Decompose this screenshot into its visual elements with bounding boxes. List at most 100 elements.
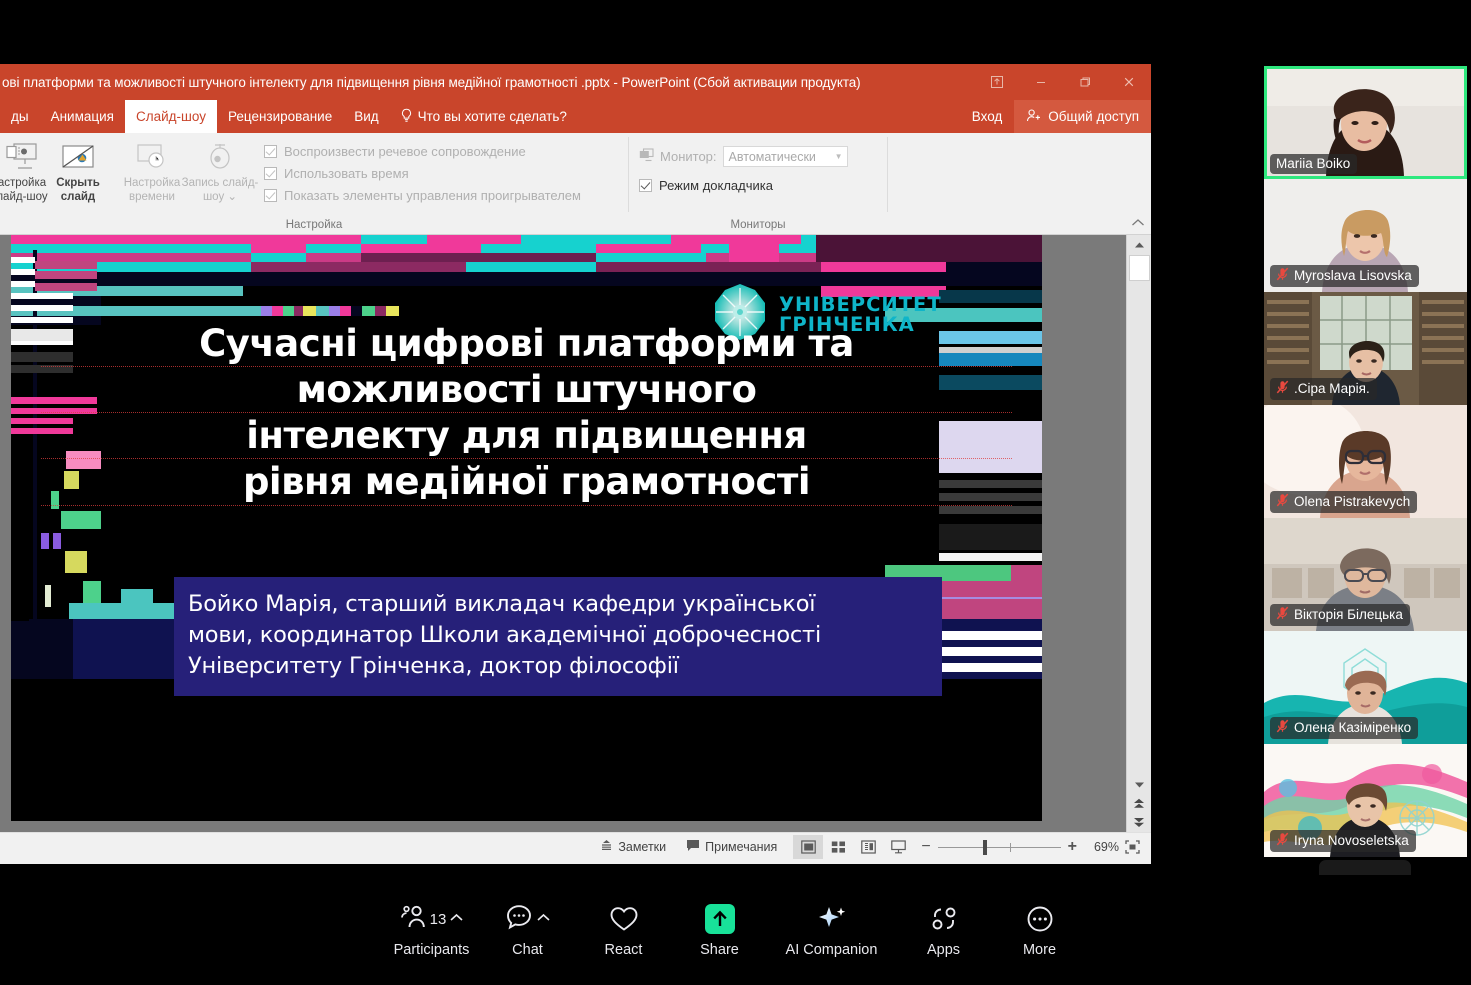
deco-bar [251,244,306,253]
ai-sparkle-icon [816,902,848,936]
minimize-icon[interactable] [1019,64,1063,100]
slide-sorter-view-button[interactable] [823,835,853,859]
setup-slideshow-caption-1: астройка [0,177,47,189]
share-screen-button[interactable]: Share [672,902,768,958]
slide-editing-area: УНІВЕРСИТЕТ ГРІНЧЕНКА Сучасні цифрові пл… [0,235,1151,832]
comments-button[interactable]: Примечания [676,839,787,855]
option-presenter-view[interactable]: Режим докладчика [639,178,773,193]
chevron-up-icon[interactable] [450,913,463,925]
zoom-slider[interactable] [937,839,1061,855]
notes-label: Заметки [618,840,667,854]
participant-name-badge: Вікторія Білецька [1270,604,1410,626]
participants-count: 13 [429,910,447,928]
participant-tile[interactable]: Iryna Novoseletska [1264,744,1467,857]
close-icon[interactable] [1107,64,1151,100]
collapse-ribbon-icon[interactable] [1131,218,1145,231]
muted-microphone-icon [1276,493,1289,510]
slide-canvas[interactable]: УНІВЕРСИТЕТ ГРІНЧЕНКА Сучасні цифрові пл… [11,235,1042,821]
checkbox-presenter-view[interactable] [639,179,652,192]
restore-icon[interactable] [1063,64,1107,100]
setup-slideshow-button[interactable]: астройка лайд-шоу [0,138,50,204]
participant-tile[interactable]: Mariia Boiko [1264,66,1467,179]
monitor-select[interactable]: Автоматически ▼ [722,146,848,167]
share-button[interactable]: Общий доступ [1014,100,1151,133]
participant-tile[interactable]: .Сіра Марія. [1264,292,1467,405]
slide-title-line-2: можливості штучного [41,367,1012,414]
deco-block [283,306,294,316]
normal-view-button[interactable] [793,835,824,859]
record-slideshow-button[interactable]: Запись слайд- шоу ⌄ [182,138,258,204]
slide-scrollbar[interactable] [1126,235,1151,832]
deco-block [11,679,1042,821]
deco-bar [596,253,706,262]
slide-subtitle-line-2: мови, координатор Школи академічної добр… [188,622,822,649]
participant-name: Myroslava Lisovska [1294,268,1412,283]
rehearse-timings-button[interactable]: Настройка времени [120,138,184,204]
participant-name: Олена Казіміренко [1294,720,1412,735]
deco-block [53,533,61,549]
share-screen-label: Share [700,942,739,958]
checkbox-play-narrations[interactable] [264,145,277,158]
record-slideshow-icon [203,138,237,176]
option-use-timings[interactable]: Использовать время [264,166,581,181]
share-screen-square [704,904,735,934]
option-show-media-controls[interactable]: Показать элементы управления проигрывате… [264,188,581,203]
fit-slide-icon[interactable] [1119,835,1145,859]
apps-button[interactable]: Apps [896,902,992,958]
participant-tile[interactable]: Олена Казіміренко [1264,631,1467,744]
slide-subtitle-line-1: Бойко Марія, старший викладач кафедри ук… [188,591,816,617]
participant-tile[interactable]: Myroslava Lisovska [1264,179,1467,292]
chevron-up-icon[interactable] [537,913,550,925]
hide-slide-button[interactable]: Скрыть слайд [50,138,106,204]
participant-name: Olena Pistrakevych [1294,494,1411,509]
ribbon-tabs: ды Анимация Слайд-шоу Рецензирование Вид… [0,100,1151,133]
chat-button[interactable]: Chat [480,902,576,958]
zoom-percentage[interactable]: 69% [1085,840,1119,854]
next-slide-icon[interactable] [1127,813,1152,832]
ai-companion-button[interactable]: AI Companion [768,902,896,958]
option-play-narrations[interactable]: Воспроизвести речевое сопровождение [264,144,581,159]
sign-in-button[interactable]: Вход [960,100,1015,133]
ribbon-display-options-icon[interactable] [975,64,1019,100]
participants-button[interactable]: 13 Participants [384,902,480,958]
checkbox-show-media-controls[interactable] [264,189,277,202]
tell-me-label: Что вы хотите сделать? [417,109,567,124]
participant-name-badge: Mariia Boiko [1270,154,1358,174]
slideshow-view-button[interactable] [883,835,913,859]
ribbon-group-setup-label: Настройка [285,219,343,231]
tab-slideshow[interactable]: Слайд-шоу [124,100,217,133]
participant-name-badge: Iryna Novoseletska [1270,830,1416,852]
notes-button[interactable]: Заметки [590,839,676,855]
tab-view[interactable]: Вид [343,100,389,133]
zoom-in-button[interactable]: + [1068,838,1077,856]
slide-title-line-4: рівня медійної грамотності [41,459,1012,506]
scroll-up-icon[interactable] [1127,235,1152,254]
ribbon-account-area: Вход Общий доступ [960,100,1151,133]
participant-tile[interactable]: Olena Pistrakevych [1264,405,1467,518]
scroll-down-icon[interactable] [1127,775,1152,794]
slide-subtitle-box[interactable]: Бойко Марія, старший викладач кафедри ук… [174,577,942,697]
zoom-slider-thumb[interactable] [982,839,987,855]
heart-icon [609,902,639,936]
previous-slide-icon[interactable] [1127,794,1152,813]
participant-name-badge: Olena Pistrakevych [1270,491,1418,513]
deco-bar [939,290,1042,303]
tab-animations[interactable]: Анимация [40,100,125,133]
deco-block [41,533,49,549]
monitor-icon [639,148,654,165]
reading-view-button[interactable] [853,835,883,859]
zoom-out-button[interactable]: − [921,838,930,856]
tab-review[interactable]: Рецензирование [217,100,343,133]
more-button[interactable]: More [992,902,1088,958]
deco-block [11,565,29,621]
scrollbar-thumb[interactable] [1128,255,1150,281]
react-button[interactable]: React [576,902,672,958]
comment-icon [686,839,700,855]
checkbox-use-timings[interactable] [264,167,277,180]
tab-transitions[interactable]: ды [0,100,40,133]
slide-title[interactable]: Сучасні цифрові платформи та можливості … [11,321,1042,506]
zoom-control[interactable]: − + [913,838,1085,856]
tell-me-search[interactable]: Что вы хотите сделать? [390,100,577,133]
record-slideshow-caption-2: шоу ⌄ [202,191,238,204]
participant-tile[interactable]: Вікторія Білецька [1264,518,1467,631]
